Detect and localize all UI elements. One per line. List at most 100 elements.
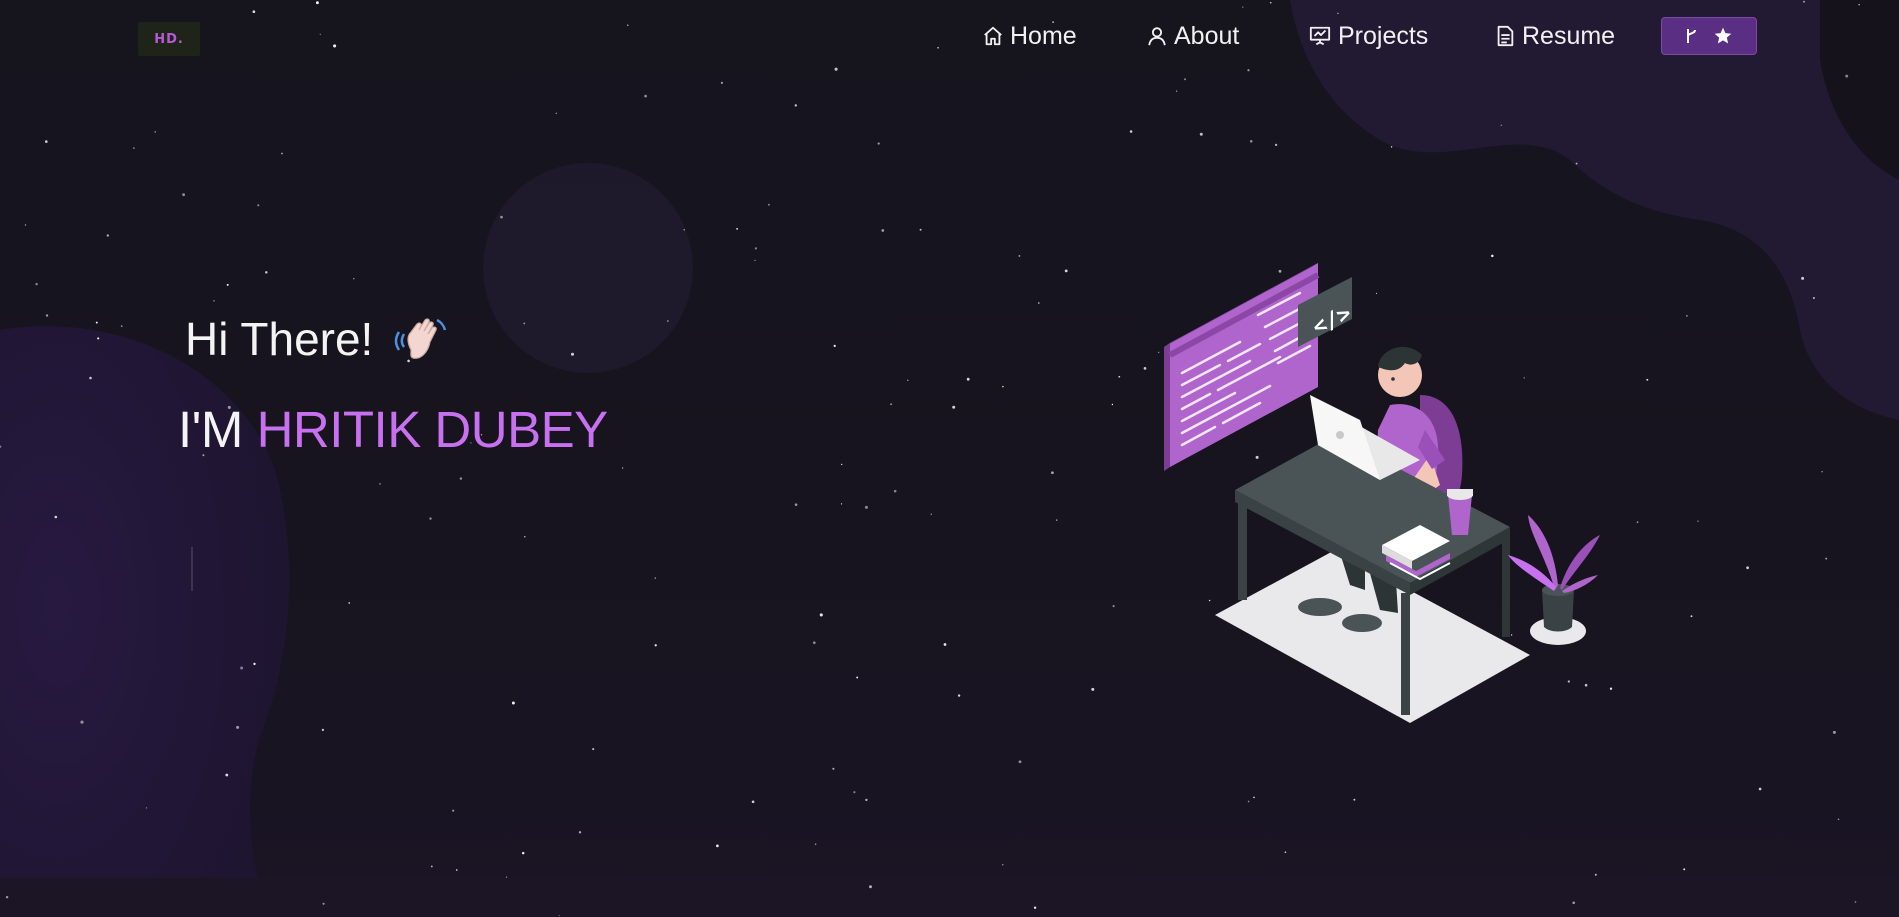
star — [1111, 403, 1114, 406]
code-screen — [1164, 263, 1320, 471]
star — [95, 321, 98, 324]
star — [952, 405, 956, 409]
nav-item-label: Projects — [1338, 21, 1429, 50]
star — [864, 505, 868, 509]
github-fork-star-button[interactable] — [1661, 17, 1757, 55]
star — [1646, 378, 1649, 381]
star — [1854, 901, 1857, 903]
star — [1118, 375, 1121, 378]
waving-hand-icon — [395, 318, 447, 359]
star — [1353, 798, 1356, 801]
typewriter-cursor — [191, 547, 193, 591]
nav-item-label: About — [1174, 21, 1240, 50]
star — [754, 247, 758, 250]
star — [1821, 471, 1823, 473]
star — [236, 725, 240, 729]
star — [1184, 78, 1186, 81]
star — [521, 851, 525, 855]
star — [654, 577, 656, 579]
star — [353, 278, 355, 280]
star — [154, 131, 156, 133]
star — [881, 229, 885, 232]
star — [44, 140, 48, 143]
star — [213, 300, 215, 302]
star — [555, 112, 558, 115]
logo[interactable]: HD. — [138, 22, 200, 56]
star — [429, 517, 432, 520]
star — [754, 259, 756, 261]
star — [1697, 520, 1699, 522]
star — [1199, 132, 1203, 136]
star — [281, 152, 283, 155]
star — [621, 467, 624, 469]
star-icon — [1714, 27, 1732, 44]
star — [1575, 162, 1578, 165]
nav-item-about[interactable]: About — [1146, 18, 1239, 54]
star — [1801, 276, 1805, 280]
star — [321, 728, 325, 732]
star — [1091, 687, 1095, 691]
developer-at-desk-illustration: </> — [1164, 263, 1600, 723]
star — [1051, 471, 1054, 475]
nav-item-home[interactable]: Home — [982, 18, 1077, 54]
star — [459, 477, 463, 480]
star — [5, 895, 9, 899]
star — [253, 662, 256, 666]
star — [667, 320, 669, 322]
star — [348, 602, 351, 604]
star — [523, 322, 526, 325]
star — [1758, 787, 1762, 791]
star — [930, 513, 933, 515]
star — [1683, 868, 1686, 871]
star — [452, 809, 455, 812]
navbar: HD. Home About Projects Resume — [0, 0, 1899, 72]
user-icon — [1148, 27, 1166, 46]
star — [1002, 864, 1004, 866]
star — [558, 915, 560, 917]
star — [0, 445, 2, 448]
star — [841, 463, 843, 466]
star — [907, 379, 909, 381]
presentation-icon — [1309, 26, 1331, 46]
star — [1143, 367, 1147, 370]
star — [500, 215, 503, 219]
star — [265, 271, 268, 274]
star — [1175, 90, 1178, 92]
star — [1253, 796, 1255, 799]
star — [379, 482, 381, 485]
star — [106, 234, 109, 237]
star — [578, 831, 582, 834]
star — [767, 203, 770, 206]
star — [832, 767, 835, 770]
star — [1249, 140, 1253, 143]
portfolio-page: HD. Home About Projects Resume Hi There!… — [0, 0, 1899, 917]
nav-item-resume[interactable]: Resume — [1494, 18, 1615, 54]
hero-greeting: Hi There! — [185, 312, 449, 366]
star — [890, 403, 893, 406]
star — [1572, 901, 1576, 905]
star — [240, 666, 244, 670]
star — [869, 885, 872, 889]
hero-intro: I'M HRITIK DUBEY — [178, 400, 608, 459]
star — [1112, 605, 1115, 608]
star — [720, 81, 724, 85]
star — [1247, 800, 1250, 803]
star — [833, 344, 836, 348]
star — [120, 325, 123, 327]
star — [570, 352, 575, 356]
star — [736, 227, 739, 230]
star — [644, 94, 647, 98]
star — [24, 224, 27, 226]
star — [1038, 302, 1040, 304]
nav-item-projects[interactable]: Projects — [1308, 18, 1428, 54]
star — [853, 791, 856, 794]
plant — [1508, 515, 1600, 632]
star — [1594, 873, 1597, 876]
star — [683, 228, 686, 231]
star — [1002, 385, 1004, 388]
star — [840, 503, 843, 505]
star — [1690, 615, 1693, 618]
star — [257, 204, 260, 207]
star — [966, 377, 970, 381]
star — [716, 844, 719, 848]
